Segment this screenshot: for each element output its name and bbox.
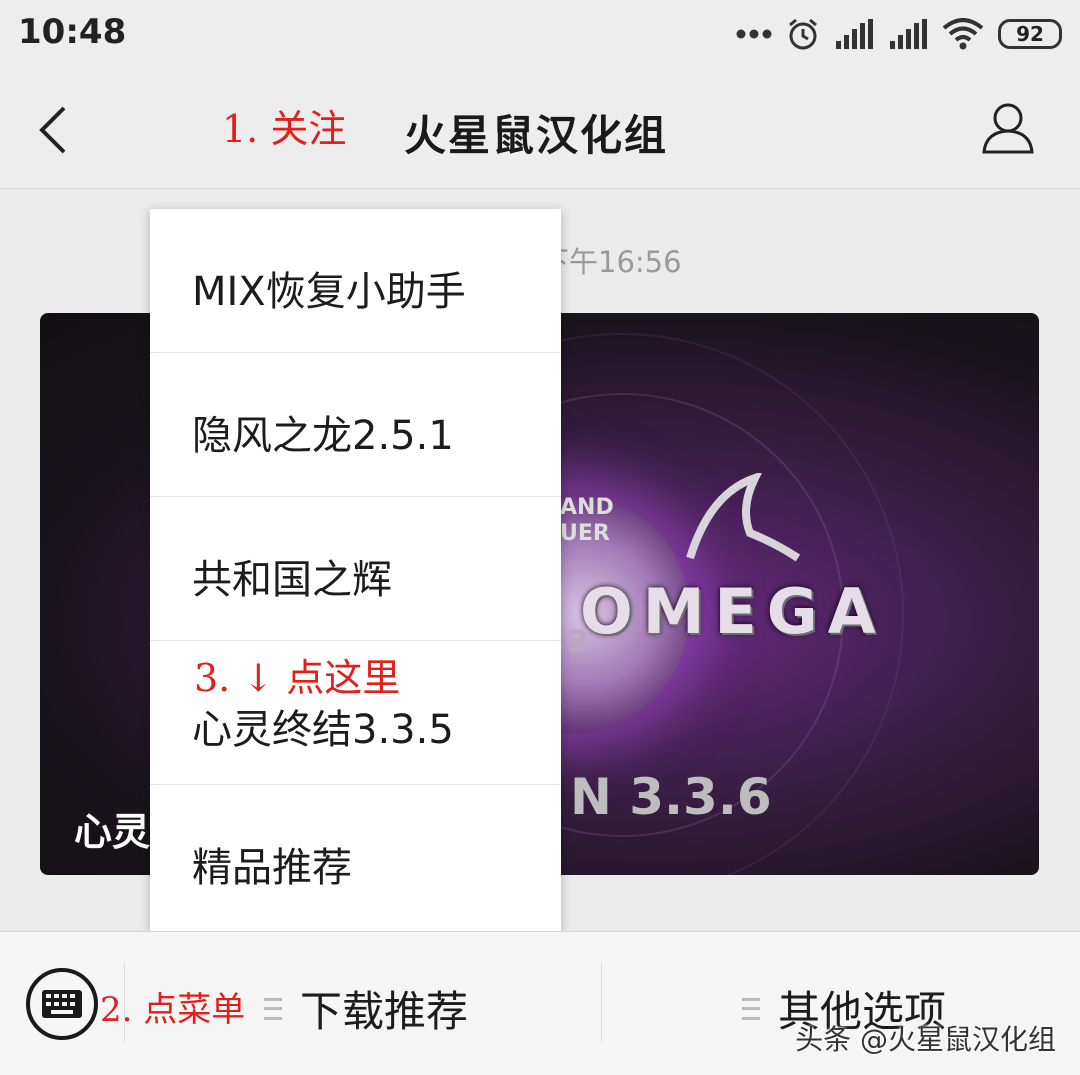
popup-menu: MIX恢复小助手 隐风之龙2.5.1 共和国之辉 3. ↓ 点这里 心灵终结3.…	[150, 209, 561, 931]
menu-item-recommend[interactable]: 精品推荐	[150, 785, 561, 929]
logo-small-number: 3	[568, 625, 589, 660]
logo-swoosh-icon	[686, 473, 800, 562]
menu-item-xinling[interactable]: 3. ↓ 点这里 心灵终结3.3.5	[150, 641, 561, 785]
logo-subtext-top: AND	[560, 495, 614, 520]
keyboard-icon	[42, 990, 82, 1018]
signal-icon	[834, 19, 874, 49]
back-button[interactable]	[30, 100, 80, 160]
keyboard-toggle-button[interactable]	[26, 968, 98, 1040]
watermark: 头条 @火星鼠汉化组	[795, 1023, 1056, 1056]
status-bar: 10:48 92	[0, 0, 1080, 70]
divider	[124, 962, 125, 1042]
more-dots-icon	[736, 29, 772, 39]
menu-item-label: 心灵终结3.3.5	[192, 707, 454, 753]
page-title: 火星鼠汉化组	[404, 111, 669, 160]
alarm-icon	[786, 17, 820, 51]
version-label: N 3.3.6	[570, 768, 772, 826]
battery-indicator: 92	[998, 19, 1062, 49]
menu-item-gonghe[interactable]: 共和国之辉	[150, 497, 561, 641]
divider	[601, 962, 602, 1042]
menu-lines-icon	[264, 997, 282, 1020]
annotation-step2: 2. 点菜单	[100, 990, 246, 1030]
message-timestamp: 下午16:56	[540, 245, 682, 279]
status-time: 10:48	[18, 12, 127, 52]
menu-item-mix-helper[interactable]: MIX恢复小助手	[150, 209, 561, 353]
signal-icon-2	[888, 19, 928, 49]
person-icon	[982, 103, 1034, 154]
menu-tab-download[interactable]: 下载推荐	[264, 978, 468, 1039]
menu-item-label: 精品推荐	[192, 845, 352, 891]
menu-item-label: 隐风之龙2.5.1	[192, 413, 454, 459]
nav-bar: 火星鼠汉化组	[0, 70, 1080, 189]
profile-button[interactable]	[978, 98, 1038, 158]
annotation-step1: 1. 关注	[222, 107, 347, 151]
menu-lines-icon	[742, 997, 760, 1020]
menu-tab-label: 下载推荐	[300, 987, 469, 1036]
logo-omega: OMEGA	[580, 575, 886, 648]
logo-subtext: AND UER	[560, 495, 614, 547]
menu-item-label: MIX恢复小助手	[192, 269, 466, 315]
article-caption: 心灵	[74, 810, 151, 854]
menu-item-yinfeng[interactable]: 隐风之龙2.5.1	[150, 353, 561, 497]
status-icons: 92	[736, 14, 1062, 54]
chevron-left-icon	[39, 106, 66, 154]
wifi-icon	[942, 18, 984, 50]
annotation-step3: 3. ↓ 点这里	[194, 656, 401, 700]
menu-item-label: 共和国之辉	[192, 557, 392, 603]
logo-subtext-bottom: UER	[560, 521, 610, 546]
bottom-menu-bar: 2. 点菜单 下载推荐 其他选项 头条 @火星鼠汉化组	[0, 931, 1080, 1075]
